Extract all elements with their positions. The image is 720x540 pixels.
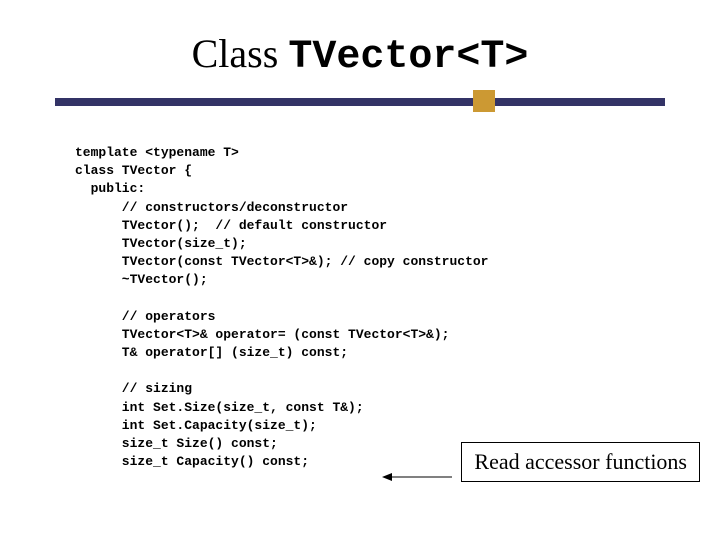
code-line: TVector<T>& operator= (const TVector<T>&…: [75, 327, 449, 342]
callout-text: Read accessor functions: [474, 449, 687, 474]
callout-arrow: [382, 471, 452, 472]
code-block: template <typename T> class TVector { pu…: [75, 144, 665, 471]
code-line: ~TVector();: [75, 272, 208, 287]
code-line: template <typename T>: [75, 145, 239, 160]
code-line: TVector(); // default constructor: [75, 218, 387, 233]
code-line: public:: [75, 181, 145, 196]
code-line: TVector(size_t);: [75, 236, 247, 251]
code-line: int Set.Size(size_t, const T&);: [75, 400, 364, 415]
title-class: TVector<T>: [288, 35, 528, 80]
code-line: TVector(const TVector<T>&); // copy cons…: [75, 254, 488, 269]
slide-title: Class TVector<T>: [55, 30, 665, 80]
code-line: class TVector {: [75, 163, 192, 178]
code-line: int Set.Capacity(size_t);: [75, 418, 317, 433]
slide: Class TVector<T> template <typename T> c…: [0, 0, 720, 540]
rule-bar: [55, 98, 665, 106]
code-line: // sizing: [75, 381, 192, 396]
code-line: // constructors/deconstructor: [75, 200, 348, 215]
title-prefix: Class: [192, 31, 289, 76]
title-rule: [55, 90, 665, 114]
rule-accent-square: [473, 90, 495, 112]
code-line: // operators: [75, 309, 215, 324]
callout-box: Read accessor functions: [461, 442, 700, 482]
code-line: size_t Capacity() const;: [75, 454, 309, 469]
code-line: size_t Size() const;: [75, 436, 278, 451]
code-line: T& operator[] (size_t) const;: [75, 345, 348, 360]
